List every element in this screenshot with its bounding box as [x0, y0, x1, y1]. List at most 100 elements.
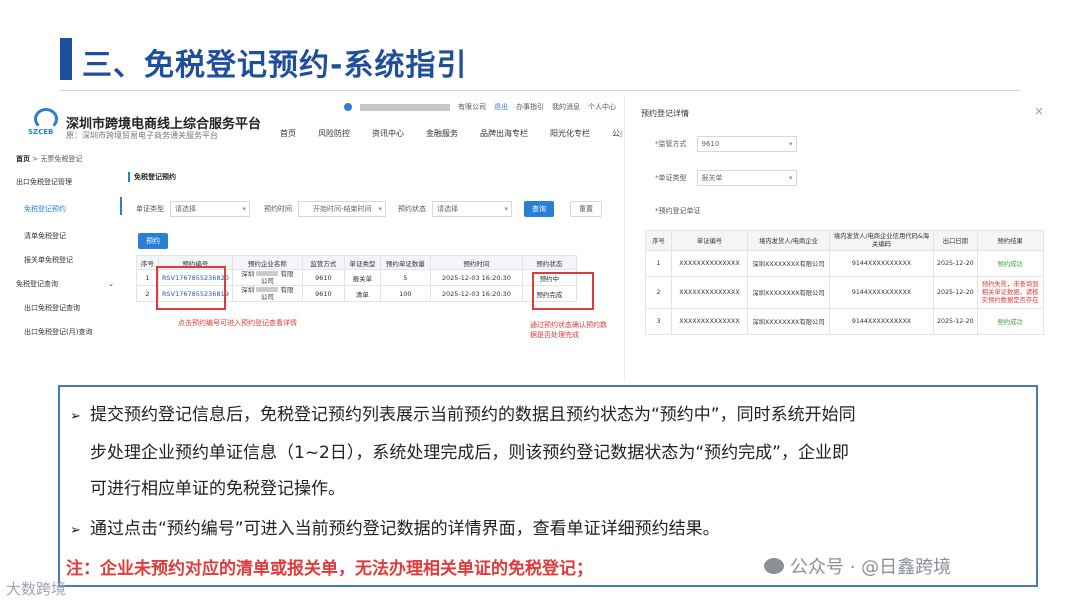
status-annotation-line1: 通过预约状态确认预约数	[530, 321, 607, 329]
detail-doc-no: XXXXXXXXXXXXXX	[671, 276, 748, 309]
detail-mode-field: *监管方式 9610	[655, 136, 797, 152]
bullet-detail-view: ➢ 通过点击“预约编号”可进入当前预约登记数据的详情界面，查看单证详细预约结果。	[70, 511, 720, 549]
section-title: 免税登记预约	[128, 172, 176, 182]
row-time: 2025-12-03 16:20:30	[429, 285, 523, 302]
chevron-down-icon: ⌄	[108, 280, 114, 288]
wechat-icon	[764, 558, 784, 574]
logout-link[interactable]: 退出	[494, 102, 508, 112]
user-strip: 有限公司 退出 办事指引 我的消息 个人中心	[344, 102, 616, 112]
breadcrumb-separator: >	[32, 155, 39, 163]
reservation-detail-panel: 预约登记详情 × *监管方式 9610 *单证类型 报关单 *预约登记单证 序号…	[624, 96, 1062, 382]
warning-note: 注：企业未预约对应的清单或报关单，无法办理相关单证的免税登记；	[66, 559, 593, 579]
detail-col-company: 境内发货人/电商企业	[747, 230, 830, 251]
detail-table: 序号 单证编号 境内发货人/电商企业 境内发货人/电商企业信用代码&海 关编码 …	[645, 230, 1044, 335]
row-mode: 9610	[301, 269, 345, 286]
col-mode: 监管方式	[301, 255, 345, 270]
doc-type-select[interactable]: 请选择	[170, 201, 250, 217]
bullet2-text: 通过点击“预约编号”可进入当前预约登记数据的详情界面，查看单证详细预约结果。	[90, 519, 720, 539]
bullet-reservation-process: ➢ 提交预约登记信息后，免税登记预约列表展示当前预约的数据且预约状态为“预约中”，…	[70, 397, 1020, 507]
company-suffix: 有限	[280, 285, 294, 294]
fail-line1: 预约失败，未查询到	[981, 280, 1039, 288]
detail-col-no: 序号	[645, 230, 672, 251]
redacted-company-name	[256, 270, 279, 276]
table-row: 2 XXXXXXXXXXXXXX 深圳XXXXXXXX有限公司 9144XXXX…	[645, 276, 1044, 309]
bullet1-line1: 提交预约登记信息后，免税登记预约列表展示当前预约的数据且预约状态为“预约中”，同…	[90, 405, 856, 425]
table-row: 1 XXXXXXXXXXXXXX 深圳XXXXXXXX有限公司 9144XXXX…	[645, 250, 1044, 277]
title-divider	[60, 90, 1020, 91]
row-doc-type: 报关单	[343, 269, 381, 286]
time-range-input[interactable]: 开始时间-结束时间	[298, 201, 386, 217]
detail-col-code: 境内发货人/电商企业信用代码&海 关编码	[829, 230, 934, 251]
title-accent-bar	[60, 38, 72, 80]
detail-col-code-line1: 境内发货人/电商企业信用代码&海	[833, 232, 930, 240]
col-qty: 预约单证数量	[379, 255, 431, 270]
col-status: 预约状态	[521, 255, 577, 270]
slide-title: 三、免税登记预约-系统指引	[82, 48, 468, 83]
detail-code: 9144XXXXXXXXXX	[829, 308, 934, 335]
sidebar-item-monthly-query[interactable]: 出口免税登记(月)查询	[10, 320, 122, 344]
company-prefix: 深圳	[241, 285, 255, 294]
sidebar-item-list-registration[interactable]: 清单免税登记	[10, 224, 122, 248]
reset-button[interactable]: 重置	[570, 201, 602, 217]
sidebar-item-declaration-registration[interactable]: 报关单免税登记	[10, 248, 122, 272]
nav-risk[interactable]: 风险防控	[318, 128, 350, 139]
nav-news[interactable]: 资讯中心	[372, 128, 404, 139]
row-time: 2025-12-03 16:20:30	[429, 269, 523, 286]
query-button[interactable]: 查询	[524, 201, 554, 217]
time-label: 预约时间	[264, 205, 292, 213]
highlight-status-box	[532, 272, 594, 310]
messages-link[interactable]: 我的消息	[552, 102, 580, 112]
status-label: 预约状态	[398, 205, 426, 213]
nav-sunshine[interactable]: 阳光化专栏	[550, 128, 590, 139]
nav-brand[interactable]: 品牌出海专栏	[480, 128, 528, 139]
detail-date: 2025-12-20	[933, 308, 978, 335]
detail-result: 预约成功	[976, 250, 1044, 277]
detail-mode-select[interactable]: 9610	[696, 136, 797, 152]
nav-home[interactable]: 首页	[280, 128, 296, 139]
fail-line3: 实预约数据是否存在	[981, 296, 1039, 304]
personal-center-link[interactable]: 个人中心	[588, 102, 616, 112]
nav-finance[interactable]: 金融服务	[426, 128, 458, 139]
detail-result: 预约成功	[976, 308, 1044, 335]
nav-public-query[interactable]: 公共查询	[612, 128, 622, 139]
detail-doc-no: XXXXXXXXXXXXXX	[671, 308, 748, 335]
fail-line2: 相关单证数据，请核	[981, 288, 1039, 296]
row-company: 深圳 有限 公司	[231, 269, 303, 286]
portal-logo: SZCEB	[28, 108, 64, 138]
detail-col-code-line2: 关编码	[872, 240, 891, 248]
sidebar-item-export-query[interactable]: 出口免税登记查询	[10, 296, 122, 320]
sidebar-item-reservation[interactable]: 免税登记预约	[10, 194, 122, 224]
detail-section-title: *预约登记单证	[655, 206, 701, 216]
bullet1-line2: 步处理企业预约单证信息（1~2日），系统处理完成后，则该预约登记数据状态为“预约…	[90, 443, 849, 463]
status-annotation-line2: 据是否处理完成	[530, 331, 579, 339]
breadcrumb-home[interactable]: 首页	[16, 155, 30, 163]
status-annotation: 通过预约状态确认预约数 据是否处理完成	[530, 320, 607, 340]
close-icon[interactable]: ×	[1034, 104, 1044, 118]
detail-doc-select[interactable]: 报关单	[696, 170, 797, 186]
filter-bar: 单证类型 请选择 预约时间 开始时间-结束时间 预约状态 请选择 查询 重置	[136, 201, 602, 217]
col-time: 预约时间	[429, 255, 523, 270]
detail-title: 预约登记详情	[641, 109, 689, 118]
sidebar-group-query[interactable]: 免税登记查询 ⌄	[10, 272, 122, 296]
detail-code: 9144XXXXXXXXXX	[829, 250, 934, 277]
sidebar: 出口免税登记管理 免税登记预约 清单免税登记 报关单免税登记 免税登记查询 ⌄ …	[10, 170, 122, 344]
sidebar-group-export[interactable]: 出口免税登记管理	[10, 170, 122, 194]
detail-result-failed: 预约失败，未查询到 相关单证数据，请核 实预约数据是否存在	[976, 276, 1044, 309]
col-doc-type: 单证类型	[343, 255, 381, 270]
company-end: 公司	[260, 276, 274, 285]
redacted-company-name	[256, 286, 279, 292]
detail-col-date: 出口日期	[933, 230, 978, 251]
logo-globe-icon	[34, 108, 58, 130]
guide-link[interactable]: 办事指引	[516, 102, 544, 112]
detail-no: 1	[645, 250, 672, 277]
company-end: 公司	[260, 292, 274, 301]
reserve-button[interactable]: 预约	[138, 233, 168, 249]
detail-company: 深圳XXXXXXXX有限公司	[747, 308, 830, 335]
reservation-list-screen: SZCEB 深圳市跨境电商线上综合服务平台 原：深圳市跨境贸易电子商务通关服务平…	[10, 96, 622, 382]
highlight-code-box	[156, 266, 226, 310]
detail-mode-label: *监管方式	[655, 139, 687, 149]
detail-code: 9144XXXXXXXXXX	[829, 276, 934, 309]
company-suffix: 有限	[280, 269, 294, 278]
portal-subtitle: 原：深圳市跨境贸易电子商务通关服务平台	[66, 131, 218, 140]
status-select[interactable]: 请选择	[432, 201, 512, 217]
